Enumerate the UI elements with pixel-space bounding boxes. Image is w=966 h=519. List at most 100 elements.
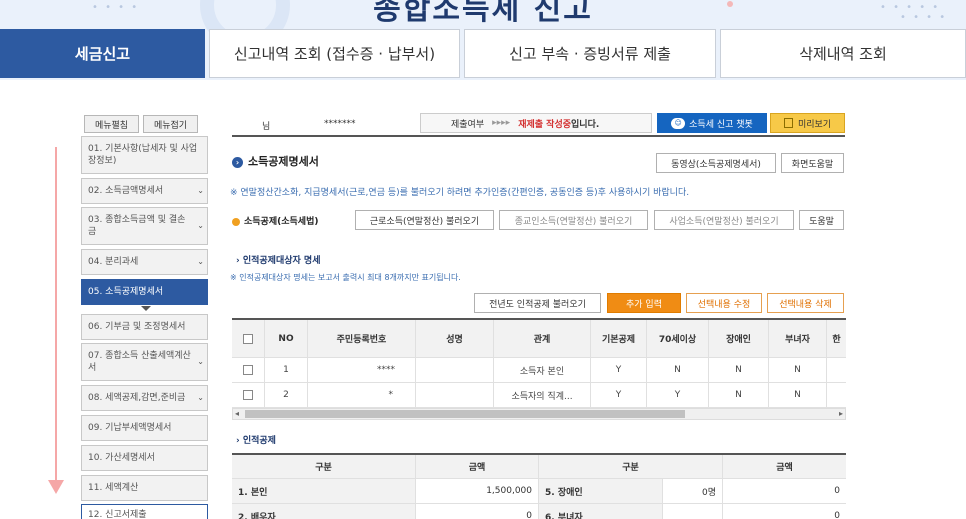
- chevron-down-icon[interactable]: ⌄: [197, 356, 204, 368]
- row-select-cell: [232, 383, 265, 408]
- chevron-down-icon[interactable]: ⌄: [197, 185, 204, 197]
- sidebar-item-income-statement[interactable]: 02. 소득금액명세서 ⌄: [81, 178, 208, 204]
- table-row[interactable]: 1 **** 소득자 본인 Y N N N: [232, 358, 846, 383]
- chevron-down-icon[interactable]: ⌄: [197, 392, 204, 404]
- sidebar-item-basic-info[interactable]: 01. 기본사항(납세자 및 사업장정보): [81, 136, 208, 174]
- tab-deleted-history[interactable]: 삭제내역 조회: [720, 29, 966, 78]
- deduction-amount: 0: [723, 504, 846, 519]
- sidebar-item-label: 06. 기부금 및 조정명세서: [88, 322, 186, 332]
- header-select-all: [232, 320, 265, 358]
- sidebar-item-label: 04. 분리과세: [88, 257, 139, 267]
- edit-selected-button[interactable]: 선택내용 수정: [686, 293, 762, 313]
- submit-status-tail: 입니다.: [571, 119, 600, 130]
- section-title: › 소득공제명세서: [232, 153, 319, 169]
- sidebar-item-tax-calculation[interactable]: 11. 세액계산: [81, 475, 208, 501]
- deduction-amount: 1,500,000: [416, 479, 539, 504]
- subsection-title-text: 소득공제(소득세법): [244, 217, 319, 227]
- scroll-right-icon[interactable]: ▸: [839, 409, 843, 419]
- column-header: NO: [265, 320, 308, 358]
- select-all-checkbox[interactable]: [243, 333, 253, 344]
- deduction-amount: 0: [416, 504, 539, 519]
- menu-collapse-button[interactable]: 메뉴접기: [143, 115, 198, 133]
- table-header-row: 구분 금액 구분 금액: [232, 455, 846, 479]
- sidebar-item-label: 05. 소득공제명세서: [88, 287, 164, 297]
- submit-status-box: 제출여부 ▸▸▸▸ 재제출 작성중 입니다.: [420, 113, 652, 133]
- chevron-down-icon[interactable]: ⌄: [197, 220, 204, 232]
- delete-selected-button[interactable]: 선택내용 삭제: [767, 293, 844, 313]
- sidebar-item-tax-credit[interactable]: 08. 세액공제,감면,준비금 ⌄: [81, 385, 208, 411]
- sidebar-item-separate-tax[interactable]: 04. 분리과세 ⌄: [81, 249, 208, 275]
- column-header: 부녀자: [769, 320, 827, 358]
- cell-over70: Y: [647, 383, 709, 408]
- chevron-down-icon[interactable]: ⌄: [197, 256, 204, 268]
- video-help-button[interactable]: 동영상(소득공제명세서): [656, 153, 776, 173]
- section-title-text: 소득공제명세서: [248, 155, 319, 168]
- personal-deduction-title-text: 인적공제: [242, 436, 276, 446]
- preview-button[interactable]: 미리보기: [770, 113, 845, 133]
- sidebar-item-submit-return[interactable]: 12. 신고서제출: [81, 504, 208, 519]
- table-header-row: NO 주민등록번호 성명 관계 기본공제 70세이상 장애인 부녀자 한: [232, 320, 846, 358]
- deduction-count: [663, 504, 723, 519]
- submit-status-label: 제출여부: [451, 119, 485, 130]
- column-header: 금액: [723, 455, 846, 479]
- deduction-count: 0명: [663, 479, 723, 504]
- help-button[interactable]: 도움말: [799, 210, 844, 230]
- load-business-income-button[interactable]: 사업소득(연말정산) 불러오기: [654, 210, 794, 230]
- row-checkbox[interactable]: [243, 365, 253, 375]
- chevron-right-icon: ›: [236, 256, 243, 266]
- sidebar-item-donation[interactable]: 06. 기부금 및 조정명세서: [81, 314, 208, 340]
- menu-expand-button[interactable]: 메뉴펼침: [84, 115, 139, 133]
- sidebar-item-computed-tax[interactable]: 07. 종합소득 산출세액계산서 ⌄: [81, 343, 208, 381]
- tab-filing-history[interactable]: 신고내역 조회 (접수증 · 납부서): [209, 29, 460, 78]
- row-checkbox[interactable]: [243, 390, 253, 400]
- taxpayer-name-suffix: 님: [262, 122, 271, 132]
- tab-attachments[interactable]: 신고 부속 · 증빙서류 제출: [464, 29, 716, 78]
- sidebar-item-prepaid-tax[interactable]: 09. 기납부세액명세서: [81, 415, 208, 441]
- dependents-title: › 인적공제대상자 명세: [236, 253, 321, 266]
- load-religious-income-button[interactable]: 종교인소득(연말정산) 불러오기: [499, 210, 648, 230]
- column-header: 한: [827, 320, 846, 358]
- cell-woman: N: [769, 358, 827, 383]
- cell-relation: 소득자 본인: [494, 358, 591, 383]
- screen-help-button[interactable]: 화면도움말: [781, 153, 844, 173]
- column-header: 장애인: [709, 320, 769, 358]
- sidebar-item-label: 07. 종합소득 산출세액계산서: [88, 351, 191, 373]
- progress-arrow-line: [55, 147, 57, 487]
- horizontal-scrollbar[interactable]: ◂ ▸: [232, 408, 846, 420]
- chatbot-button[interactable]: ☺ 소득세 신고 챗봇: [657, 113, 767, 133]
- deduction-label: 5. 장애인: [539, 479, 663, 504]
- personal-deduction-title: › 인적공제: [236, 433, 276, 446]
- column-header: 70세이상: [647, 320, 709, 358]
- column-header: 금액: [416, 455, 539, 479]
- sidebar-item-label: 10. 가산세명세서: [88, 453, 155, 463]
- scroll-thumb[interactable]: [245, 410, 685, 418]
- deduction-amount: 0: [723, 479, 846, 504]
- tab-tax-filing[interactable]: 세금신고: [0, 29, 205, 78]
- cell-rrn: *: [308, 383, 416, 408]
- cell-disabled: N: [709, 358, 769, 383]
- load-earned-income-button[interactable]: 근로소득(연말정산) 불러오기: [355, 210, 494, 230]
- scroll-left-icon[interactable]: ◂: [235, 409, 239, 419]
- add-entry-button[interactable]: 추가 입력: [607, 293, 681, 313]
- table-row: 1. 본인 1,500,000 5. 장애인 0명 0: [232, 479, 846, 504]
- cell-name: [416, 383, 494, 408]
- deduction-label: 1. 본인: [232, 479, 416, 504]
- notice-text: ※ 연말정산간소화, 지급명세서(근로,연금 등)를 불러오기 하려면 추가인증…: [230, 188, 690, 198]
- active-pointer-icon: [141, 306, 151, 311]
- row-select-cell: [232, 358, 265, 383]
- bullet-icon: [232, 217, 240, 226]
- cell-no: 1: [265, 358, 308, 383]
- arrow-icon: ▸▸▸▸: [492, 118, 511, 128]
- load-prev-year-button[interactable]: 전년도 인적공제 불러오기: [474, 293, 601, 313]
- column-header: 구분: [539, 455, 723, 479]
- sidebar-item-penalty-tax[interactable]: 10. 가산세명세서: [81, 445, 208, 471]
- cell-relation: 소득자의 직계...: [494, 383, 591, 408]
- table-row[interactable]: 2 * 소득자의 직계... Y Y N N: [232, 383, 846, 408]
- cell-overflow: [827, 358, 846, 383]
- sidebar-item-label: 03. 종합소득금액 및 결손금: [88, 215, 186, 237]
- bullet-icon: ›: [232, 156, 243, 168]
- deduction-label: 6. 부녀자: [539, 504, 663, 519]
- sidebar-item-income-deduction[interactable]: 05. 소득공제명세서: [81, 279, 208, 305]
- cell-no: 2: [265, 383, 308, 408]
- sidebar-item-total-income[interactable]: 03. 종합소득금액 및 결손금 ⌄: [81, 207, 208, 245]
